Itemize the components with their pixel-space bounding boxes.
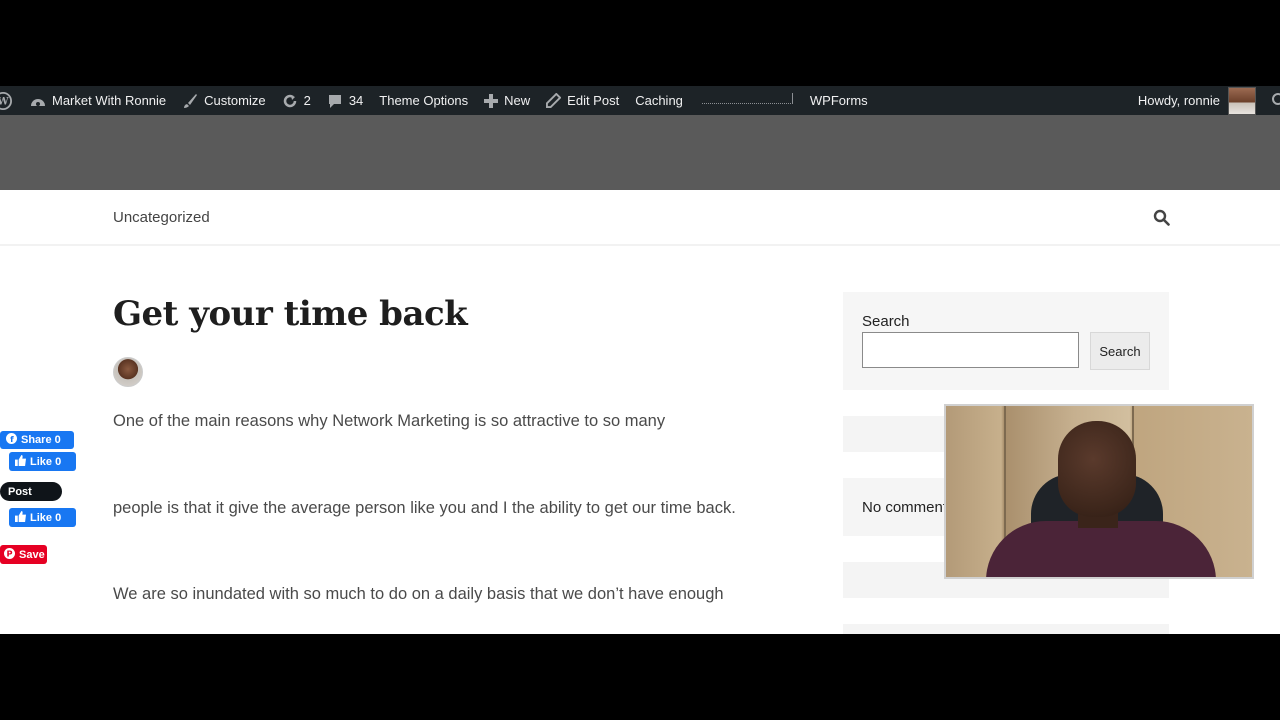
svg-text:P: P [6, 548, 12, 558]
wpforms-label: WPForms [809, 93, 868, 108]
facebook-like-label: Like 0 [30, 511, 62, 524]
admin-new[interactable]: New [476, 86, 538, 115]
letterbox-top [0, 0, 1280, 86]
dashboard-icon [30, 94, 46, 108]
site-name-label: Market With Ronnie [52, 93, 167, 108]
admin-loading-placeholder [701, 93, 793, 104]
facebook-share-label: Share 0 [21, 434, 61, 446]
comments-count: 34 [348, 93, 364, 108]
letterbox-bottom [0, 634, 1280, 720]
webcam-overlay [944, 404, 1254, 579]
admin-site-name[interactable]: Market With Ronnie [22, 86, 174, 115]
x-post-button[interactable]: Post [0, 482, 62, 501]
search-widget-label: Search [862, 313, 910, 330]
post-paragraph: people is that it give the average perso… [113, 499, 736, 517]
facebook-icon: f [6, 433, 17, 447]
search-input[interactable] [862, 332, 1079, 368]
facebook-like-button[interactable]: Like 0 [9, 508, 76, 527]
pencil-icon [546, 93, 562, 108]
thumbs-up-icon [15, 510, 26, 525]
comment-bubble-icon [327, 93, 343, 109]
theme-options-label: Theme Options [379, 93, 469, 108]
edit-post-label: Edit Post [567, 93, 620, 108]
facebook-like-label: Like 0 [30, 455, 62, 468]
admin-search-icon[interactable] [1270, 86, 1280, 115]
paintbrush-icon [182, 93, 198, 109]
admin-customize[interactable]: Customize [174, 86, 273, 115]
admin-comments[interactable]: 34 [319, 86, 371, 115]
admin-caching[interactable]: Caching [627, 86, 691, 115]
presenter-shirt [986, 521, 1216, 577]
post-paragraph: We are so inundated with so much to do o… [113, 585, 724, 603]
sidebar-widget [843, 624, 1169, 634]
search-icon[interactable] [1153, 209, 1170, 226]
admin-theme-options[interactable]: Theme Options [371, 86, 476, 115]
search-button[interactable]: Search [1090, 332, 1150, 370]
svg-text:W: W [0, 96, 9, 107]
primary-navigation: Uncategorized [0, 190, 1280, 246]
post-title: Get your time back [113, 294, 468, 334]
browser-viewport: W Market With Ronnie Customize 2 34 [0, 86, 1280, 634]
admin-updates[interactable]: 2 [274, 86, 319, 115]
svg-text:f: f [10, 434, 14, 444]
facebook-like-button[interactable]: Like 0 [9, 452, 76, 471]
caching-label: Caching [635, 93, 683, 108]
plus-icon [484, 93, 499, 108]
facebook-share-button[interactable]: f Share 0 [0, 431, 74, 449]
admin-wpforms[interactable]: WPForms [802, 86, 876, 115]
presenter-head [1058, 421, 1136, 517]
nav-item-uncategorized[interactable]: Uncategorized [113, 209, 210, 226]
new-label: New [504, 93, 531, 108]
pinterest-icon: P [4, 547, 15, 562]
wordpress-logo-icon[interactable]: W [0, 86, 22, 115]
author-avatar[interactable] [113, 357, 143, 387]
pinterest-save-button[interactable]: P Save [0, 545, 47, 564]
post-paragraph: One of the main reasons why Network Mark… [113, 412, 666, 430]
admin-my-account[interactable]: Howdy, ronnie [1130, 86, 1264, 115]
site-header: Market With Ronnie [0, 115, 1280, 190]
search-widget: Search Search [843, 292, 1169, 390]
x-post-label: Post [8, 485, 32, 498]
howdy-label: Howdy, ronnie [1137, 93, 1220, 108]
customize-label: Customize [204, 93, 266, 108]
updates-count: 2 [303, 93, 311, 108]
admin-edit-post[interactable]: Edit Post [538, 86, 627, 115]
user-avatar [1228, 86, 1256, 115]
site-title[interactable]: Market With Ronnie [113, 115, 661, 123]
wp-admin-bar: W Market With Ronnie Customize 2 34 [0, 86, 1280, 115]
updates-icon [282, 93, 298, 109]
pinterest-save-label: Save [19, 548, 45, 561]
thumbs-up-icon [15, 454, 26, 469]
